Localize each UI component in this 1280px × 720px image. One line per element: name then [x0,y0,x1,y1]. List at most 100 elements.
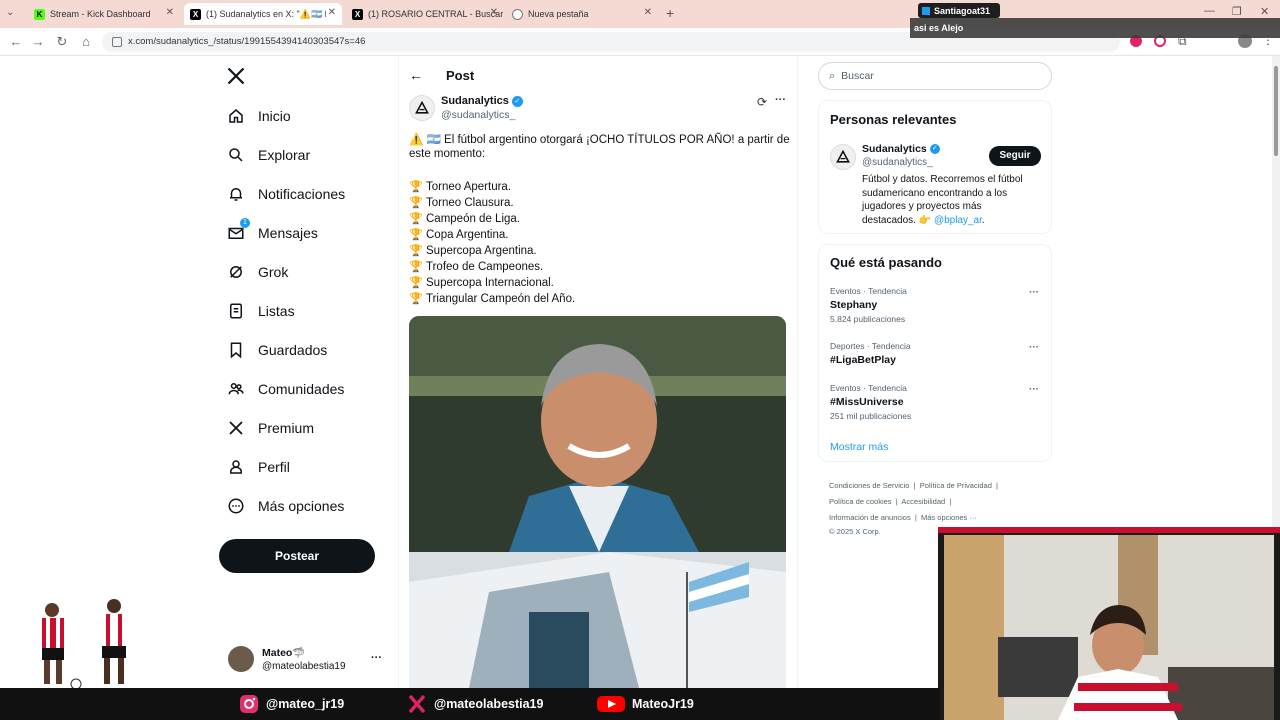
chrome-icon [512,8,523,20]
social-handle: MateoJr19 [632,697,694,711]
bookmark-icon [226,340,246,360]
close-icon[interactable]: ✕ [328,7,336,18]
trend-context: Eventos · Tendencia [830,383,907,393]
tweet-photo-building[interactable] [409,552,786,688]
trend-item[interactable]: Eventos · Tendencia Stephany 5.824 publi… [819,283,1051,329]
back-arrow-icon[interactable]: ← [8,34,24,49]
tab-kick-dashboard[interactable]: K Stream - Kick Dashboard ✕ [28,3,180,25]
youtube-icon [596,694,626,714]
chat-username-badge: Santiagoat31 [918,3,1000,18]
trend-topic: Stephany [830,299,878,311]
trophy-icon: 🏆 [409,229,423,241]
nav-item-grok[interactable]: Grok [226,257,288,287]
search-input[interactable]: ⌕ Buscar [818,62,1052,90]
home-icon [226,106,246,126]
footer-link-privacy[interactable]: Política de Privacidad [920,481,992,490]
maximize-icon[interactable]: ❐ [1232,5,1242,18]
author-name: Sudanalytics [441,95,509,107]
tab-title: (1) Sudanalytics en X: "⚠️🇦🇷 El f [206,8,326,19]
nav-label: Listas [258,303,295,319]
relevant-name-row[interactable]: Sudanalytics ✓ [862,143,940,155]
chat-badge-icon [922,6,930,15]
bio-link[interactable]: @bplay_ar [934,215,982,226]
grok-explain-icon[interactable]: ⟳ [757,95,767,109]
nav-item-comunidades[interactable]: Comunidades [226,374,344,404]
author-name-row[interactable]: Sudanalytics ✓ [441,95,523,107]
trend-item[interactable]: Eventos · Tendencia #MissUniverse 251 mi… [819,381,1051,427]
title-list-item: 🏆 Torneo Clausura. [409,197,514,209]
reload-icon[interactable]: ↻ [54,34,70,50]
post-button[interactable]: Postear [219,539,375,573]
avatar[interactable] [228,646,254,672]
x-icon: X [190,8,201,20]
x-logo-icon [226,418,246,438]
card-title: Qué está pasando [830,255,942,270]
trending-card: Qué está pasando Eventos · Tendencia Ste… [818,244,1052,462]
relevant-people-card: Personas relevantes Sudanalytics ✓ @suda… [818,100,1052,234]
minimize-icon[interactable]: — [1204,5,1215,17]
close-icon[interactable]: ✕ [166,7,174,18]
author-avatar[interactable] [409,95,435,121]
url-text: x.com/sudanalytics_/status/1991554394140… [128,36,366,47]
tab-new-tab[interactable]: Nueva pestaña ✕ [506,3,658,25]
footer-link-cookies[interactable]: Política de cookies [829,497,892,506]
window-close-icon[interactable]: ✕ [1260,5,1269,18]
nav-item-mas-opciones[interactable]: Más opciones [226,491,344,521]
verified-badge-icon: ✓ [929,144,940,154]
trophy-icon: 🏆 [409,181,423,193]
account-more-icon[interactable]: ··· [371,652,382,664]
follow-button[interactable]: Seguir [989,146,1041,166]
nav-item-mensajes[interactable]: 1 Mensajes [226,218,318,248]
trend-item[interactable]: Deportes · Tendencia #LigaBetPlay ··· [819,339,1051,375]
footer-link-accessibility[interactable]: Accesibilidad [901,497,945,506]
author-avatar[interactable] [830,144,856,170]
nav-item-explorar[interactable]: Explorar [226,140,310,170]
nav-label: Explorar [258,147,311,163]
trend-topic: #MissUniverse [830,396,904,408]
new-tab-button[interactable]: + [666,5,674,21]
nav-item-guardados[interactable]: Guardados [226,335,327,365]
nav-item-inicio[interactable]: Inicio [226,101,291,131]
x-icon: X [352,8,363,20]
tweet-photo-portrait[interactable] [409,316,786,552]
account-name: Mateo🦈 [262,647,306,659]
trend-more-icon[interactable]: ··· [1029,342,1039,353]
footer-link-more[interactable]: Más opciones ··· [921,513,977,522]
tab-sudanalytics-post[interactable]: X (1) Sudanalytics en X: "⚠️🇦🇷 El f ✕ [184,3,342,25]
nav-item-perfil[interactable]: Perfil [226,452,290,482]
trend-context: Deportes · Tendencia [830,341,911,351]
nav-label: Guardados [258,342,328,358]
chat-message-box: asi es Alejo [910,18,1280,38]
social-youtube: MateoJr19 [596,694,694,714]
communities-icon [226,379,246,399]
nav-label: Grok [258,264,289,280]
author-handle: @sudanalytics_ [441,109,516,121]
forward-arrow-icon[interactable]: → [30,34,46,49]
nav-item-notificaciones[interactable]: Notificaciones [226,179,345,209]
list-icon [226,301,246,321]
title-list-item: 🏆 Triangular Campeón del Año. [409,293,576,305]
close-icon[interactable]: ✕ [644,7,652,18]
more-options-icon[interactable]: ··· [775,94,786,106]
trend-more-icon[interactable]: ··· [1029,287,1039,298]
tweet-intro: ⚠️ 🇦🇷 El fútbol argentino otorgará ¡OCHO… [409,134,790,146]
nav-item-listas[interactable]: Listas [226,296,295,326]
footer-link-terms[interactable]: Condiciones de Servicio [829,481,909,490]
social-instagram: @mateo_jr19 [238,694,344,714]
nav-item-premium[interactable]: Premium [226,413,314,443]
back-arrow-icon[interactable]: ← [409,67,423,83]
trend-more-icon[interactable]: ··· [1029,384,1039,395]
footer-link-ads[interactable]: Información de anuncios [829,513,911,522]
site-info-icon[interactable] [112,37,122,47]
show-more-link[interactable]: Mostrar más [830,441,888,453]
x-logo-icon[interactable] [226,66,248,88]
nav-label: Más opciones [258,498,345,514]
title-list-item: 🏆 Supercopa Internacional. [409,277,554,289]
verified-badge-icon: ✓ [511,95,523,107]
tab-rosario-central[interactable]: X (1) ROSARIO CENTRAL - Buscar ✕ [346,3,504,25]
more-circle-icon [226,496,246,516]
close-icon[interactable]: ✕ [490,7,498,18]
home-browser-icon[interactable]: ⌂ [78,34,94,49]
tab-list-chevron-icon[interactable]: ⌄ [6,7,14,18]
scrollbar-thumb[interactable] [1274,66,1278,156]
